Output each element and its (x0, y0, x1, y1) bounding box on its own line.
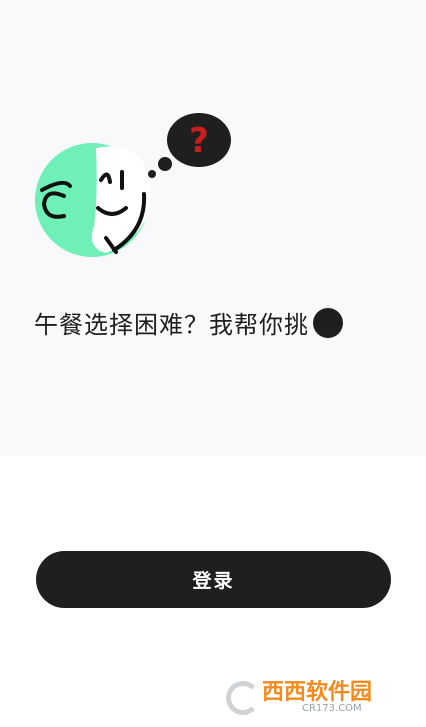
watermark: 西西软件园 CR173.COM (226, 678, 406, 718)
cr173-logo-icon (226, 681, 260, 715)
login-button[interactable]: 登录 (36, 551, 391, 608)
thinking-face-illustration: ? (34, 108, 234, 258)
tagline: 午餐选择困难？我帮你挑 (34, 305, 343, 340)
tagline-text: 午餐选择困难？我帮你挑 (34, 311, 309, 339)
welcome-panel: ? 午餐选择困难？我帮你挑 (0, 0, 426, 456)
watermark-brand: 西西软件园 (262, 680, 373, 705)
thinking-face-icon: ? (35, 113, 231, 257)
watermark-domain: CR173.COM (302, 703, 362, 714)
dot-icon (313, 307, 343, 338)
question-mark: ? (189, 121, 209, 161)
login-button-label: 登录 (192, 570, 235, 592)
